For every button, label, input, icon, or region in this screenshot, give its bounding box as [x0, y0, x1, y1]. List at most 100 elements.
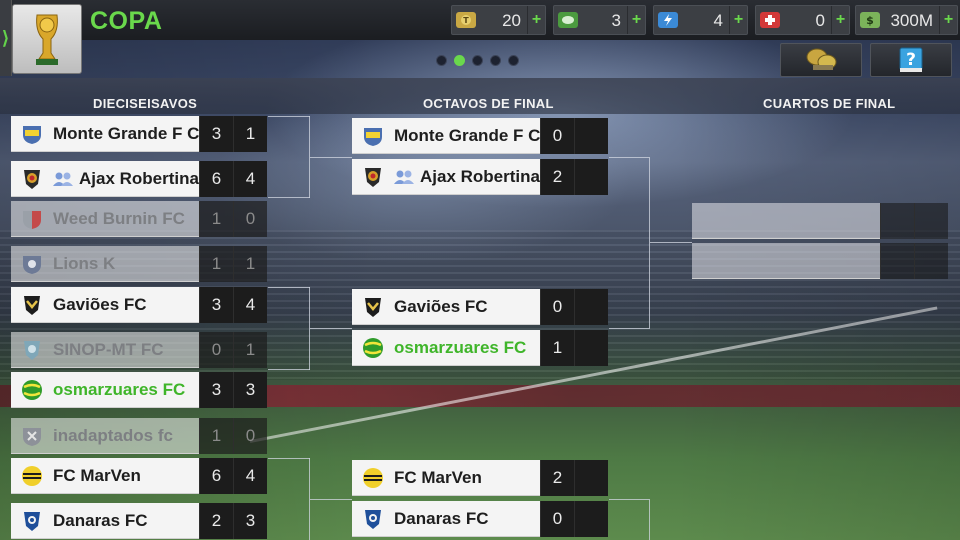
page-dot[interactable]: [490, 55, 501, 66]
match-entry[interactable]: Monte Grande F C 31: [11, 116, 267, 152]
score-leg-1: 0: [199, 332, 233, 368]
bracket-line: [609, 328, 649, 329]
score-leg-2: [574, 159, 608, 195]
help-button[interactable]: ?: [870, 43, 952, 77]
match-entry[interactable]: Gaviões FC 0: [352, 289, 608, 325]
add-energy-button[interactable]: +: [729, 6, 747, 34]
crest-teal-icon: [21, 339, 43, 361]
crest-blue-icon: [21, 510, 43, 532]
team-cell: FC MarVen: [11, 458, 199, 494]
resource-cash: 3 +: [553, 5, 646, 35]
bracket-line: [268, 197, 310, 198]
add-health-button[interactable]: +: [831, 6, 849, 34]
team-name: Weed Burnin FC: [53, 208, 185, 228]
page-indicator: [436, 55, 519, 66]
match-entry[interactable]: FC MarVen 2: [352, 460, 608, 496]
trophies-icon: [806, 48, 837, 70]
empty-score: [914, 243, 948, 279]
match-entry[interactable]: Monte Grande F C 0: [352, 118, 608, 154]
empty-score: [914, 203, 948, 239]
team-cell: Monte Grande F C: [352, 118, 540, 154]
add-tokens-button[interactable]: +: [527, 6, 545, 34]
resource-money: $ 300M +: [855, 5, 958, 35]
round-title-16: OCTAVOS DE FINAL: [423, 96, 554, 111]
svg-text:?: ?: [906, 50, 916, 70]
quarter-final-slot[interactable]: [692, 203, 948, 239]
page-dot[interactable]: [508, 55, 519, 66]
score-leg-2: [574, 460, 608, 496]
page-dot[interactable]: [472, 55, 483, 66]
score-leg-1: 6: [199, 161, 233, 197]
team-cell: Danaras FC: [11, 503, 199, 539]
bracket-line: [649, 157, 650, 329]
team-name: osmarzuares FC: [394, 337, 527, 357]
bracket-line: [310, 328, 352, 329]
team-cell: Weed Burnin FC: [11, 201, 199, 237]
crest-red-icon: [362, 166, 384, 188]
match-entry[interactable]: SINOP-MT FC 01: [11, 332, 267, 368]
score-leg-2: [574, 289, 608, 325]
score-leg-1: 2: [540, 159, 574, 195]
page-dot[interactable]: [454, 55, 465, 66]
match-entry[interactable]: osmarzuares FC 1: [352, 330, 608, 366]
resource-energy: 4 +: [653, 5, 748, 35]
match-entry[interactable]: Lions K 11: [11, 246, 267, 282]
team-name: Gaviões FC: [53, 294, 147, 314]
team-cell: Danaras FC: [352, 501, 540, 537]
match-entry[interactable]: Danaras FC 23: [11, 503, 267, 539]
token-icon: T: [456, 12, 476, 28]
match-entry[interactable]: Gaviões FC 34: [11, 287, 267, 323]
team-name: osmarzuares FC: [53, 379, 186, 399]
round-title-quarters: CUARTOS DE FINAL: [763, 96, 896, 111]
team-name: inadaptados fc: [53, 425, 173, 445]
bracket-line: [268, 116, 310, 117]
score-leg-1: 2: [540, 460, 574, 496]
score-leg-2: 0: [233, 418, 267, 454]
bracket-line: [650, 242, 692, 243]
resource-value: 3: [611, 11, 621, 30]
empty-score: [880, 203, 914, 239]
match-entry[interactable]: Danaras FC 0: [352, 501, 608, 537]
crest-blue-icon: [362, 508, 384, 530]
match-entry[interactable]: Weed Burnin FC 10: [11, 201, 267, 237]
resource-value: 300M: [890, 11, 933, 30]
team-cell: Gaviões FC: [352, 289, 540, 325]
bracket-line: [649, 499, 650, 540]
score-leg-1: 3: [199, 287, 233, 323]
add-money-button[interactable]: +: [939, 6, 957, 34]
energy-icon: [658, 12, 678, 28]
match-entry[interactable]: Ajax Robertina 2: [352, 159, 608, 195]
match-entry[interactable]: inadaptados fc 10: [11, 418, 267, 454]
team-cell: Ajax Robertina: [352, 159, 540, 195]
match-entry[interactable]: Ajax Robertina 64: [11, 161, 267, 197]
ball-green-icon: [362, 337, 384, 359]
page-dot[interactable]: [436, 55, 447, 66]
score-leg-2: 1: [233, 246, 267, 282]
team-name: SINOP-MT FC: [53, 339, 164, 359]
crest-red-icon: [21, 168, 43, 190]
add-cash-button[interactable]: +: [627, 6, 645, 34]
cup-trophy-icon: [12, 4, 82, 74]
score-leg-2: [574, 330, 608, 366]
team-cell: osmarzuares FC: [11, 372, 199, 408]
match-entry[interactable]: osmarzuares FC 33: [11, 372, 267, 408]
trophy-history-button[interactable]: [780, 43, 862, 77]
match-entry[interactable]: FC MarVen 64: [11, 458, 267, 494]
score-leg-1: 1: [199, 201, 233, 237]
shield-red-icon: [21, 208, 43, 230]
score-leg-1: 1: [540, 330, 574, 366]
shield-grey-icon: [21, 425, 43, 447]
ball-yellow-icon: [362, 467, 384, 489]
score-leg-1: 3: [199, 116, 233, 152]
shield-yellow-icon: [21, 123, 43, 145]
quarter-final-slot[interactable]: [692, 243, 948, 279]
score-leg-2: 3: [233, 372, 267, 408]
empty-team-slot: [692, 203, 880, 239]
side-menu-tab[interactable]: ⟩: [0, 0, 12, 76]
cash-icon: [558, 12, 578, 28]
shield-yellow-icon: [362, 125, 384, 147]
team-name: Gaviões FC: [394, 296, 488, 316]
score-leg-1: 0: [540, 118, 574, 154]
score-leg-2: 1: [233, 116, 267, 152]
team-cell: FC MarVen: [352, 460, 540, 496]
